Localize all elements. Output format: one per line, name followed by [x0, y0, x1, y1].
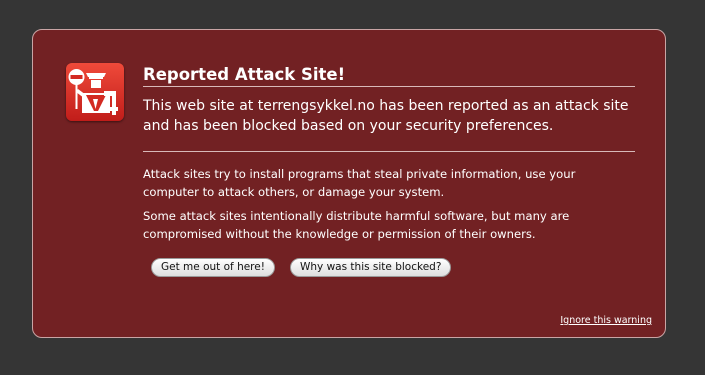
- lead-message: This web site at terrengsykkel.no has be…: [143, 96, 643, 136]
- title-divider: [143, 86, 635, 87]
- why-blocked-button[interactable]: Why was this site blocked?: [290, 258, 452, 277]
- paragraph1-line-1: Attack sites try to install programs tha…: [143, 167, 576, 181]
- police-officer-stop-sign-icon: [66, 63, 124, 121]
- ignore-warning-link[interactable]: Ignore this warning: [560, 315, 652, 326]
- paragraph2-line-2: compromised without the knowledge or per…: [143, 227, 536, 241]
- attack-explanation-paragraph: Attack sites try to install programs tha…: [143, 165, 643, 201]
- lead-line-1: This web site at terrengsykkel.no has be…: [143, 98, 629, 114]
- attack-warning-panel: Reported Attack Site! This web site at t…: [32, 29, 666, 338]
- get-me-out-button[interactable]: Get me out of here!: [151, 258, 275, 277]
- page-title: Reported Attack Site!: [143, 65, 346, 84]
- paragraph2-line-1: Some attack sites intentionally distribu…: [143, 209, 570, 223]
- compromised-sites-paragraph: Some attack sites intentionally distribu…: [143, 207, 643, 243]
- message-divider: [143, 151, 635, 152]
- paragraph1-line-2: computer to attack others, or damage you…: [143, 185, 445, 199]
- lead-line-2: and has been blocked based on your secur…: [143, 118, 554, 134]
